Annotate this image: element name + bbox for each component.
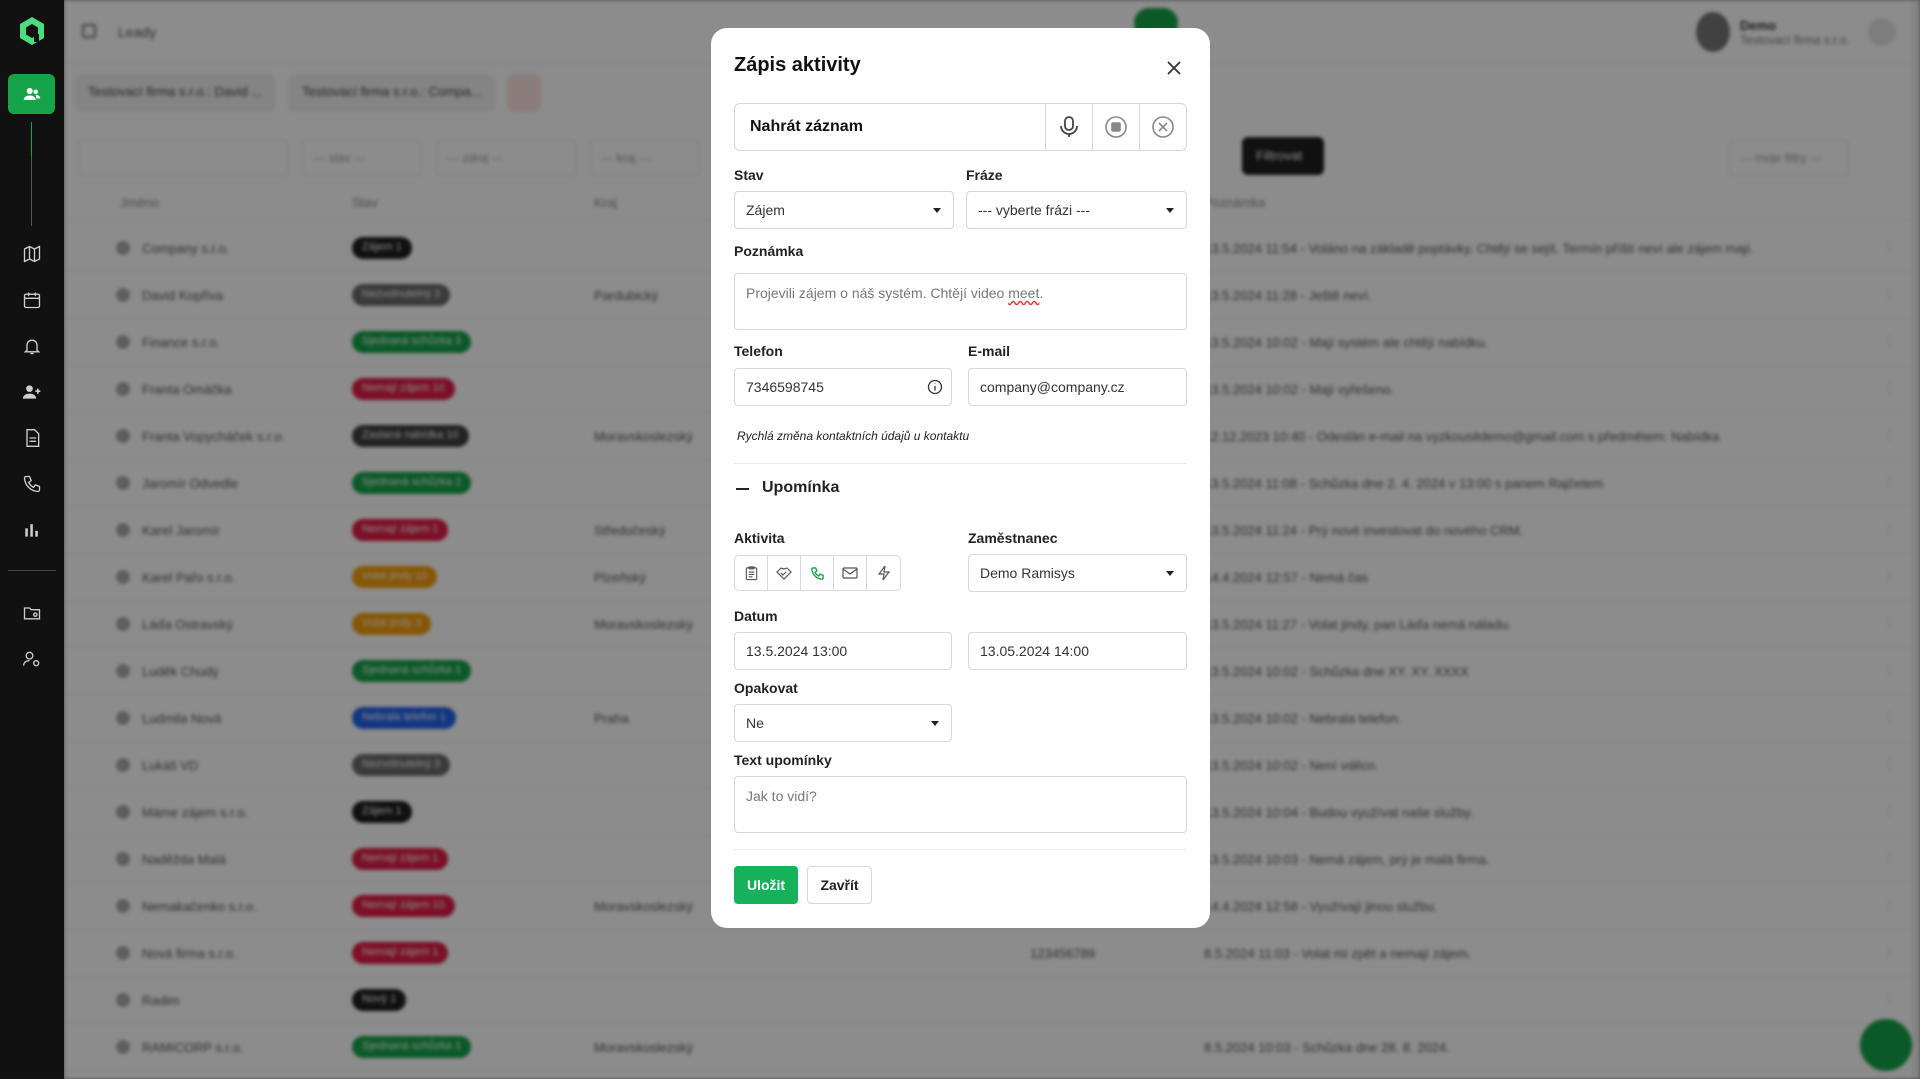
email-label: E-mail (968, 343, 1011, 359)
status-label: Stav (734, 167, 764, 183)
cancel-recording-icon[interactable] (1139, 104, 1186, 150)
record-audio-group: Nahrát záznam (734, 103, 1187, 151)
reminder-text-label: Text upomínky (734, 752, 832, 768)
map-icon (23, 245, 41, 263)
lightning-icon[interactable] (867, 556, 900, 590)
save-button[interactable]: Uložit (734, 866, 798, 904)
activity-modal: Zápis aktivity Nahrát záznam Stav Zájem … (711, 28, 1210, 928)
record-label: Nahrát záznam (750, 118, 863, 135)
sidebar-item-map[interactable] (0, 234, 64, 274)
user-gear-icon (23, 651, 40, 667)
sidebar-item-user-settings[interactable] (0, 639, 64, 679)
date-from-field[interactable]: 13.5.2024 13:00 (734, 632, 952, 670)
bell-icon (23, 339, 41, 355)
email-field[interactable]: company@company.cz (968, 368, 1187, 406)
repeat-select[interactable]: Ne (734, 704, 952, 742)
sidebar-item-calendar[interactable] (0, 280, 64, 320)
status-select[interactable]: Zájem (734, 191, 954, 229)
date-label: Datum (734, 608, 778, 624)
sidebar-item-documents[interactable] (0, 418, 64, 458)
sidebar-line-active (31, 122, 32, 156)
phone-call-icon[interactable] (801, 556, 834, 590)
reminder-section-title[interactable]: Upomínka (762, 479, 839, 497)
sidebar-line (31, 156, 32, 226)
calendar-icon (23, 292, 41, 309)
sidebar-item-reminders[interactable] (0, 326, 64, 366)
sidebar-item-folders[interactable] (0, 593, 64, 633)
sidebar-item-calls[interactable] (0, 464, 64, 504)
sidebar (0, 0, 64, 1079)
note-textarea[interactable]: Projevili zájem o náš systém. Chtějí vid… (734, 273, 1187, 330)
repeat-label: Opakovat (734, 680, 798, 696)
activity-label: Aktivita (734, 530, 785, 546)
employee-select[interactable]: Demo Ramisys (968, 554, 1187, 592)
sidebar-item-contacts[interactable] (0, 372, 64, 412)
users-icon (23, 88, 40, 100)
activity-type-group (734, 555, 901, 591)
close-button[interactable]: Zavřít (807, 866, 872, 904)
divider (734, 463, 1187, 464)
sidebar-item-statistics[interactable] (0, 510, 64, 550)
employee-label: Zaměstnanec (968, 530, 1058, 546)
folder-settings-icon (23, 607, 41, 620)
phone-icon (23, 475, 41, 493)
date-to-field[interactable]: 13.05.2024 14:00 (968, 632, 1187, 670)
clipboard-icon[interactable] (735, 556, 768, 590)
info-icon[interactable] (927, 379, 943, 395)
phrase-label: Fráze (966, 167, 1003, 183)
stop-icon[interactable] (1092, 104, 1139, 150)
note-text-end: . (1039, 285, 1044, 301)
note-text: Projevili zájem o náš systém. Chtějí vid… (746, 285, 1009, 301)
sidebar-item-leads[interactable] (8, 74, 55, 114)
mail-icon[interactable] (834, 556, 867, 590)
phone-field[interactable]: 7346598745 (734, 368, 952, 406)
handshake-icon[interactable] (768, 556, 801, 590)
collapse-icon[interactable] (736, 488, 749, 490)
note-label: Poznámka (734, 243, 804, 259)
reminder-text-textarea[interactable]: Jak to vidí? (734, 776, 1187, 833)
microphone-icon[interactable] (1045, 104, 1092, 150)
modal-title: Zápis aktivity (734, 54, 861, 76)
sidebar-divider (8, 570, 56, 571)
phrase-select[interactable]: --- vyberte frázi --- (966, 191, 1187, 229)
document-icon (26, 429, 40, 447)
contact-change-hint[interactable]: Rychlá změna kontaktních údajů u kontakt… (737, 429, 969, 443)
user-plus-icon (22, 385, 41, 399)
phone-label: Telefon (734, 343, 783, 359)
phone-value: 7346598745 (746, 379, 824, 395)
note-misspelled-word: meet (1008, 285, 1040, 301)
app-logo[interactable] (18, 16, 46, 46)
close-icon[interactable] (1159, 53, 1189, 83)
bar-chart-icon (25, 524, 38, 537)
divider (734, 849, 1187, 850)
